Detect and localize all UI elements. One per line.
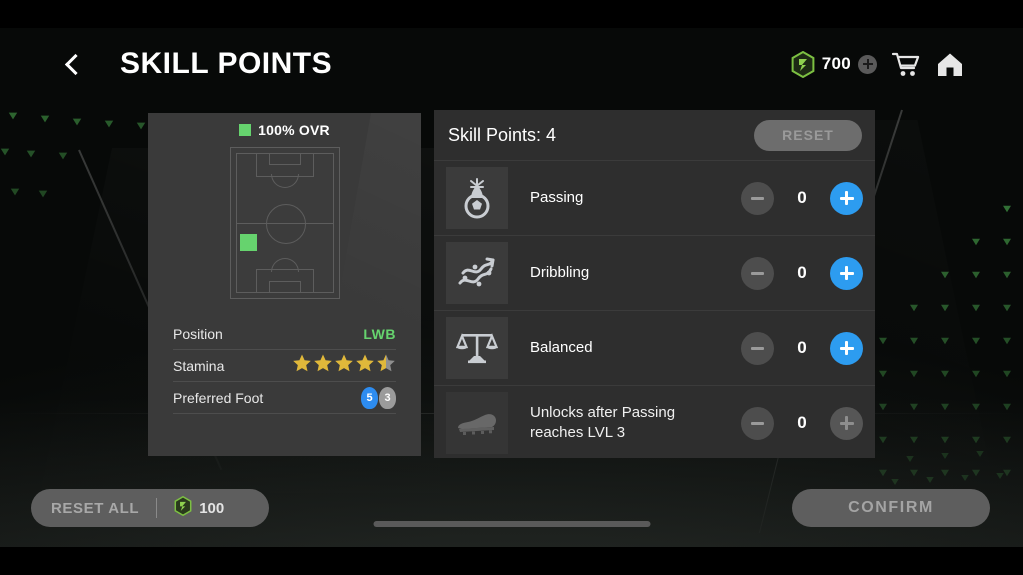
increment-button[interactable] bbox=[830, 256, 863, 290]
skill-name: Unlocks after Passing reaches LVL 3 bbox=[530, 404, 676, 441]
minus-icon bbox=[751, 271, 764, 275]
skill-stepper: 0 bbox=[741, 331, 863, 365]
letterbox-top bbox=[0, 0, 1023, 28]
dribbling-slalom-icon bbox=[446, 242, 508, 304]
skill-row: Passing 0 bbox=[434, 161, 875, 236]
balanced-scales-icon bbox=[446, 317, 508, 379]
skill-stepper: 0 bbox=[741, 181, 863, 215]
confirm-button[interactable]: CONFIRM bbox=[792, 489, 990, 527]
skill-name: Passing bbox=[530, 189, 584, 207]
decrement-button bbox=[741, 331, 774, 365]
stat-label: Position bbox=[173, 325, 223, 342]
currency-display: 700 bbox=[791, 50, 877, 78]
reset-all-label: RESET ALL bbox=[51, 499, 140, 517]
skill-value: 0 bbox=[797, 413, 807, 432]
stat-label: Preferred Foot bbox=[173, 389, 264, 406]
stat-row-stamina: Stamina bbox=[173, 350, 396, 382]
skill-value: 0 bbox=[797, 263, 807, 282]
back-button[interactable] bbox=[56, 45, 90, 83]
panel-header: Skill Points: 4 RESET bbox=[434, 110, 875, 161]
top-bar: SKILL POINTS 700 bbox=[0, 28, 1023, 100]
skill-name: Balanced bbox=[530, 339, 593, 357]
chevron-left-icon bbox=[64, 53, 86, 75]
ovr-label: 100% OVR bbox=[258, 122, 330, 138]
star-icon bbox=[334, 353, 354, 378]
skill-list: Passing 0 Dribbling 0 Balanced 0 Unlocks af… bbox=[434, 161, 875, 460]
stat-row-preferred-foot: Preferred Foot 5 3 bbox=[173, 382, 396, 414]
green-hex-token-icon bbox=[791, 50, 815, 78]
player-card: 100% OVR Position LWB Stamina Preferred … bbox=[148, 113, 421, 456]
green-hex-token-icon bbox=[174, 495, 192, 520]
home-indicator[interactable] bbox=[373, 521, 650, 527]
ovr-swatch bbox=[239, 124, 252, 136]
player-stats: Position LWB Stamina Preferred Foot 5 3 bbox=[173, 318, 396, 414]
skill-points-panel: Skill Points: 4 RESET Passing 0 Dribbling… bbox=[434, 110, 875, 458]
star-icon bbox=[313, 353, 333, 378]
skill-value: 0 bbox=[797, 188, 807, 207]
minus-icon bbox=[751, 421, 764, 425]
reset-all-cost: 100 bbox=[174, 495, 225, 520]
right-foot-rating: 3 bbox=[379, 386, 396, 409]
decrement-button bbox=[741, 406, 774, 440]
stat-label: Stamina bbox=[173, 357, 225, 374]
decrement-button bbox=[741, 181, 774, 215]
top-bar-actions: 700 bbox=[791, 50, 965, 78]
increment-button[interactable] bbox=[830, 331, 863, 365]
pitch-outline bbox=[229, 147, 340, 299]
stat-value-position: LWB bbox=[363, 325, 396, 342]
pitch-goal-box-top bbox=[268, 153, 301, 165]
cart-icon[interactable] bbox=[891, 51, 921, 78]
star-icon bbox=[355, 353, 375, 378]
skill-name: Dribbling bbox=[530, 264, 590, 282]
reset-all-cost-value: 100 bbox=[199, 499, 225, 517]
skill-stepper: 0 bbox=[741, 406, 863, 440]
page-title: SKILL POINTS bbox=[120, 47, 333, 80]
reset-all-divider bbox=[156, 498, 158, 518]
star-icon bbox=[292, 353, 312, 378]
position-marker bbox=[239, 234, 257, 251]
letterbox-bottom bbox=[0, 547, 1023, 575]
add-currency-button[interactable] bbox=[858, 54, 877, 74]
reset-button[interactable]: RESET bbox=[754, 119, 862, 151]
minus-icon bbox=[751, 196, 764, 200]
reset-all-button[interactable]: RESET ALL 100 bbox=[31, 489, 269, 527]
skill-row: Unlocks after Passing reaches LVL 3 0 bbox=[434, 386, 875, 460]
stat-row-position: Position LWB bbox=[173, 318, 396, 350]
stamina-stars bbox=[292, 353, 396, 378]
skill-row: Balanced 0 bbox=[434, 311, 875, 386]
skill-row: Dribbling 0 bbox=[434, 236, 875, 311]
decrement-button bbox=[741, 256, 774, 290]
preferred-foot-indicator: 5 3 bbox=[361, 386, 396, 409]
increment-button[interactable] bbox=[830, 181, 863, 215]
passing-ball-icon bbox=[446, 167, 508, 229]
pitch-center-circle bbox=[265, 204, 306, 244]
star-icon bbox=[376, 353, 396, 378]
currency-amount: 700 bbox=[821, 54, 851, 73]
home-icon[interactable] bbox=[935, 51, 965, 78]
pitch-goal-box-bottom bbox=[268, 281, 301, 293]
left-foot-rating: 5 bbox=[361, 386, 378, 409]
increment-button bbox=[830, 406, 863, 440]
ovr-row: 100% OVR bbox=[148, 113, 421, 138]
skill-points-screen: SKILL POINTS 700 100% OVR Position LWB S… bbox=[0, 0, 1023, 575]
pitch-diagram bbox=[229, 147, 340, 299]
skill-stepper: 0 bbox=[741, 256, 863, 290]
minus-icon bbox=[751, 346, 764, 350]
skill-points-total: Skill Points: 4 bbox=[448, 124, 557, 145]
boot-icon bbox=[446, 392, 508, 454]
skill-value: 0 bbox=[797, 338, 807, 357]
